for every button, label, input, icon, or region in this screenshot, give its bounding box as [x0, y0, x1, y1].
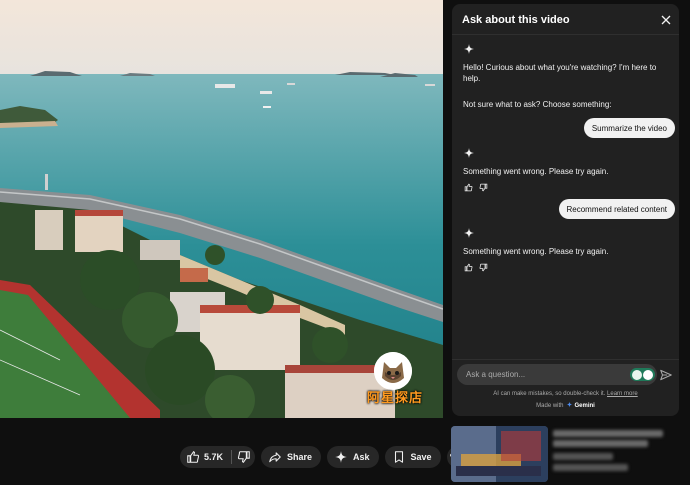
suggestion-recommend-button[interactable]: Recommend related content: [558, 199, 675, 219]
gemini-icon: [566, 401, 573, 410]
bookmark-icon: [392, 450, 406, 464]
thumb-up-icon: [186, 450, 200, 464]
intro-message: Hello! Curious about what you're watchin…: [463, 63, 657, 83]
share-button[interactable]: Share: [261, 446, 322, 468]
gemini-label: Gemini: [574, 402, 595, 409]
ai-disclaimer: AI can make mistakes, so double-check it…: [452, 391, 679, 397]
thumb-down-icon[interactable]: [479, 259, 488, 277]
thumb-up-icon[interactable]: [464, 259, 473, 277]
related-video-item[interactable]: [451, 426, 690, 485]
video-player[interactable]: 阿星探店: [0, 0, 443, 418]
thumb-up-icon[interactable]: [464, 179, 473, 197]
feedback-buttons: [464, 259, 488, 277]
grammarly-icon[interactable]: [630, 368, 655, 381]
assistant-message: Something went wrong. Please try again.: [463, 247, 609, 256]
divider: [452, 34, 679, 35]
watermark-text: 阿星探店: [366, 391, 423, 406]
save-label: Save: [410, 452, 432, 462]
blurred-channel: [553, 453, 613, 460]
share-arrow-icon: [268, 450, 282, 464]
made-with-gemini: Made with Gemini: [452, 401, 679, 410]
sparkle-icon: [463, 226, 475, 238]
blurred-title: [553, 440, 648, 447]
send-icon[interactable]: [659, 368, 673, 382]
feedback-buttons: [464, 179, 488, 197]
blurred-meta: [553, 464, 628, 471]
video-actions: 5.7K Share Ask Save •••: [180, 446, 469, 468]
prompt-message: Not sure what to ask? Choose something:: [463, 100, 612, 109]
disclaimer-text: AI can make mistakes, so double-check it…: [493, 391, 606, 397]
thumb-down-icon[interactable]: [479, 179, 488, 197]
made-with-text: Made with: [536, 402, 564, 409]
question-input[interactable]: [466, 368, 616, 381]
related-video-thumbnail[interactable]: [451, 426, 548, 482]
blurred-title: [553, 430, 663, 437]
suggestion-summarize-button[interactable]: Summarize the video: [583, 118, 675, 138]
ask-panel: Ask about this video Hello! Curious abou…: [452, 4, 679, 416]
question-input-container: [457, 364, 657, 385]
assistant-message: Something went wrong. Please try again.: [463, 167, 609, 176]
like-button[interactable]: 5.7K: [186, 450, 233, 464]
close-icon[interactable]: [660, 13, 672, 25]
ask-label: Ask: [353, 452, 370, 462]
save-button[interactable]: Save: [384, 446, 441, 468]
cat-avatar-icon: [374, 352, 412, 390]
thumb-down-icon: [237, 450, 251, 464]
sparkle-icon: [463, 146, 475, 158]
share-label: Share: [287, 452, 313, 462]
channel-watermark: 阿星探店: [362, 352, 428, 406]
ask-button[interactable]: Ask: [327, 446, 379, 468]
like-dislike-group: 5.7K: [180, 446, 256, 468]
sparkle-icon: [334, 450, 348, 464]
like-count: 5.7K: [204, 452, 224, 462]
dislike-button[interactable]: [232, 450, 251, 464]
divider: [452, 359, 679, 360]
panel-title: Ask about this video: [462, 14, 570, 26]
sparkle-icon: [463, 42, 475, 54]
learn-more-link[interactable]: Learn more: [607, 391, 638, 397]
